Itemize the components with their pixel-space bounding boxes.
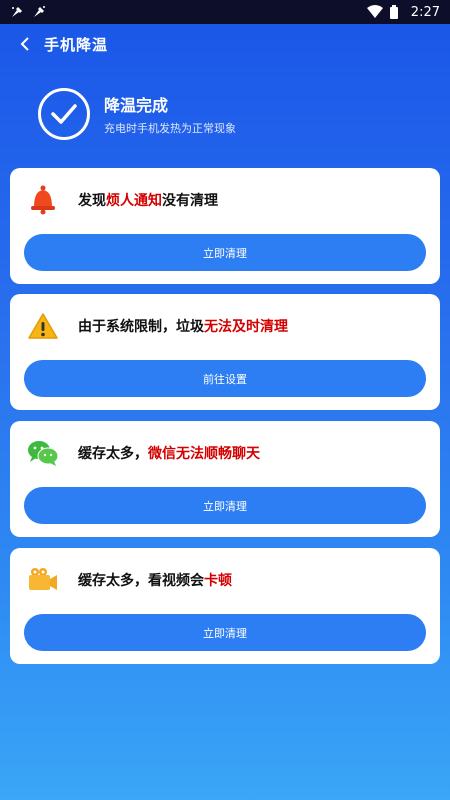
result-subtitle: 充电时手机发热为正常现象: [104, 122, 236, 135]
wifi-icon: [366, 5, 383, 19]
page-title: 手机降温: [44, 35, 109, 54]
card-message: 由于系统限制，垃圾无法及时清理: [78, 319, 288, 335]
warning-icon: [26, 310, 60, 342]
chevron-left-icon: [20, 37, 29, 51]
clean-now-button[interactable]: 立即清理: [24, 614, 426, 651]
app-header: 手机降温: [0, 24, 450, 64]
result-title: 降温完成: [104, 96, 169, 115]
system-limit-card: 由于系统限制，垃圾无法及时清理 前往设置: [10, 294, 440, 410]
battery-icon: [389, 5, 403, 19]
wechat-icon: [26, 437, 60, 469]
cleaner-notification-icon: [32, 5, 46, 19]
back-button[interactable]: [14, 33, 36, 55]
card-message: 缓存太多，看视频会卡顿: [78, 573, 232, 589]
go-settings-button[interactable]: 前往设置: [24, 360, 426, 397]
clean-now-button[interactable]: 立即清理: [24, 234, 426, 271]
notification-card: 发现烦人通知没有清理 立即清理: [10, 168, 440, 284]
cleaner-notification-icon: [10, 5, 24, 19]
clean-now-button[interactable]: 立即清理: [24, 487, 426, 524]
video-card: 缓存太多，看视频会卡顿 立即清理: [10, 548, 440, 664]
wechat-card: 缓存太多，微信无法顺畅聊天 立即清理: [10, 421, 440, 537]
card-message: 缓存太多，微信无法顺畅聊天: [78, 446, 260, 462]
status-bar: 2:27: [0, 0, 450, 24]
check-circle-icon: [38, 88, 90, 140]
video-camera-icon: [26, 564, 60, 596]
status-time: 2:27: [410, 4, 440, 20]
cooling-result: 降温完成 充电时手机发热为正常现象: [38, 88, 236, 140]
bell-icon: [26, 184, 60, 216]
card-message: 发现烦人通知没有清理: [78, 193, 218, 209]
